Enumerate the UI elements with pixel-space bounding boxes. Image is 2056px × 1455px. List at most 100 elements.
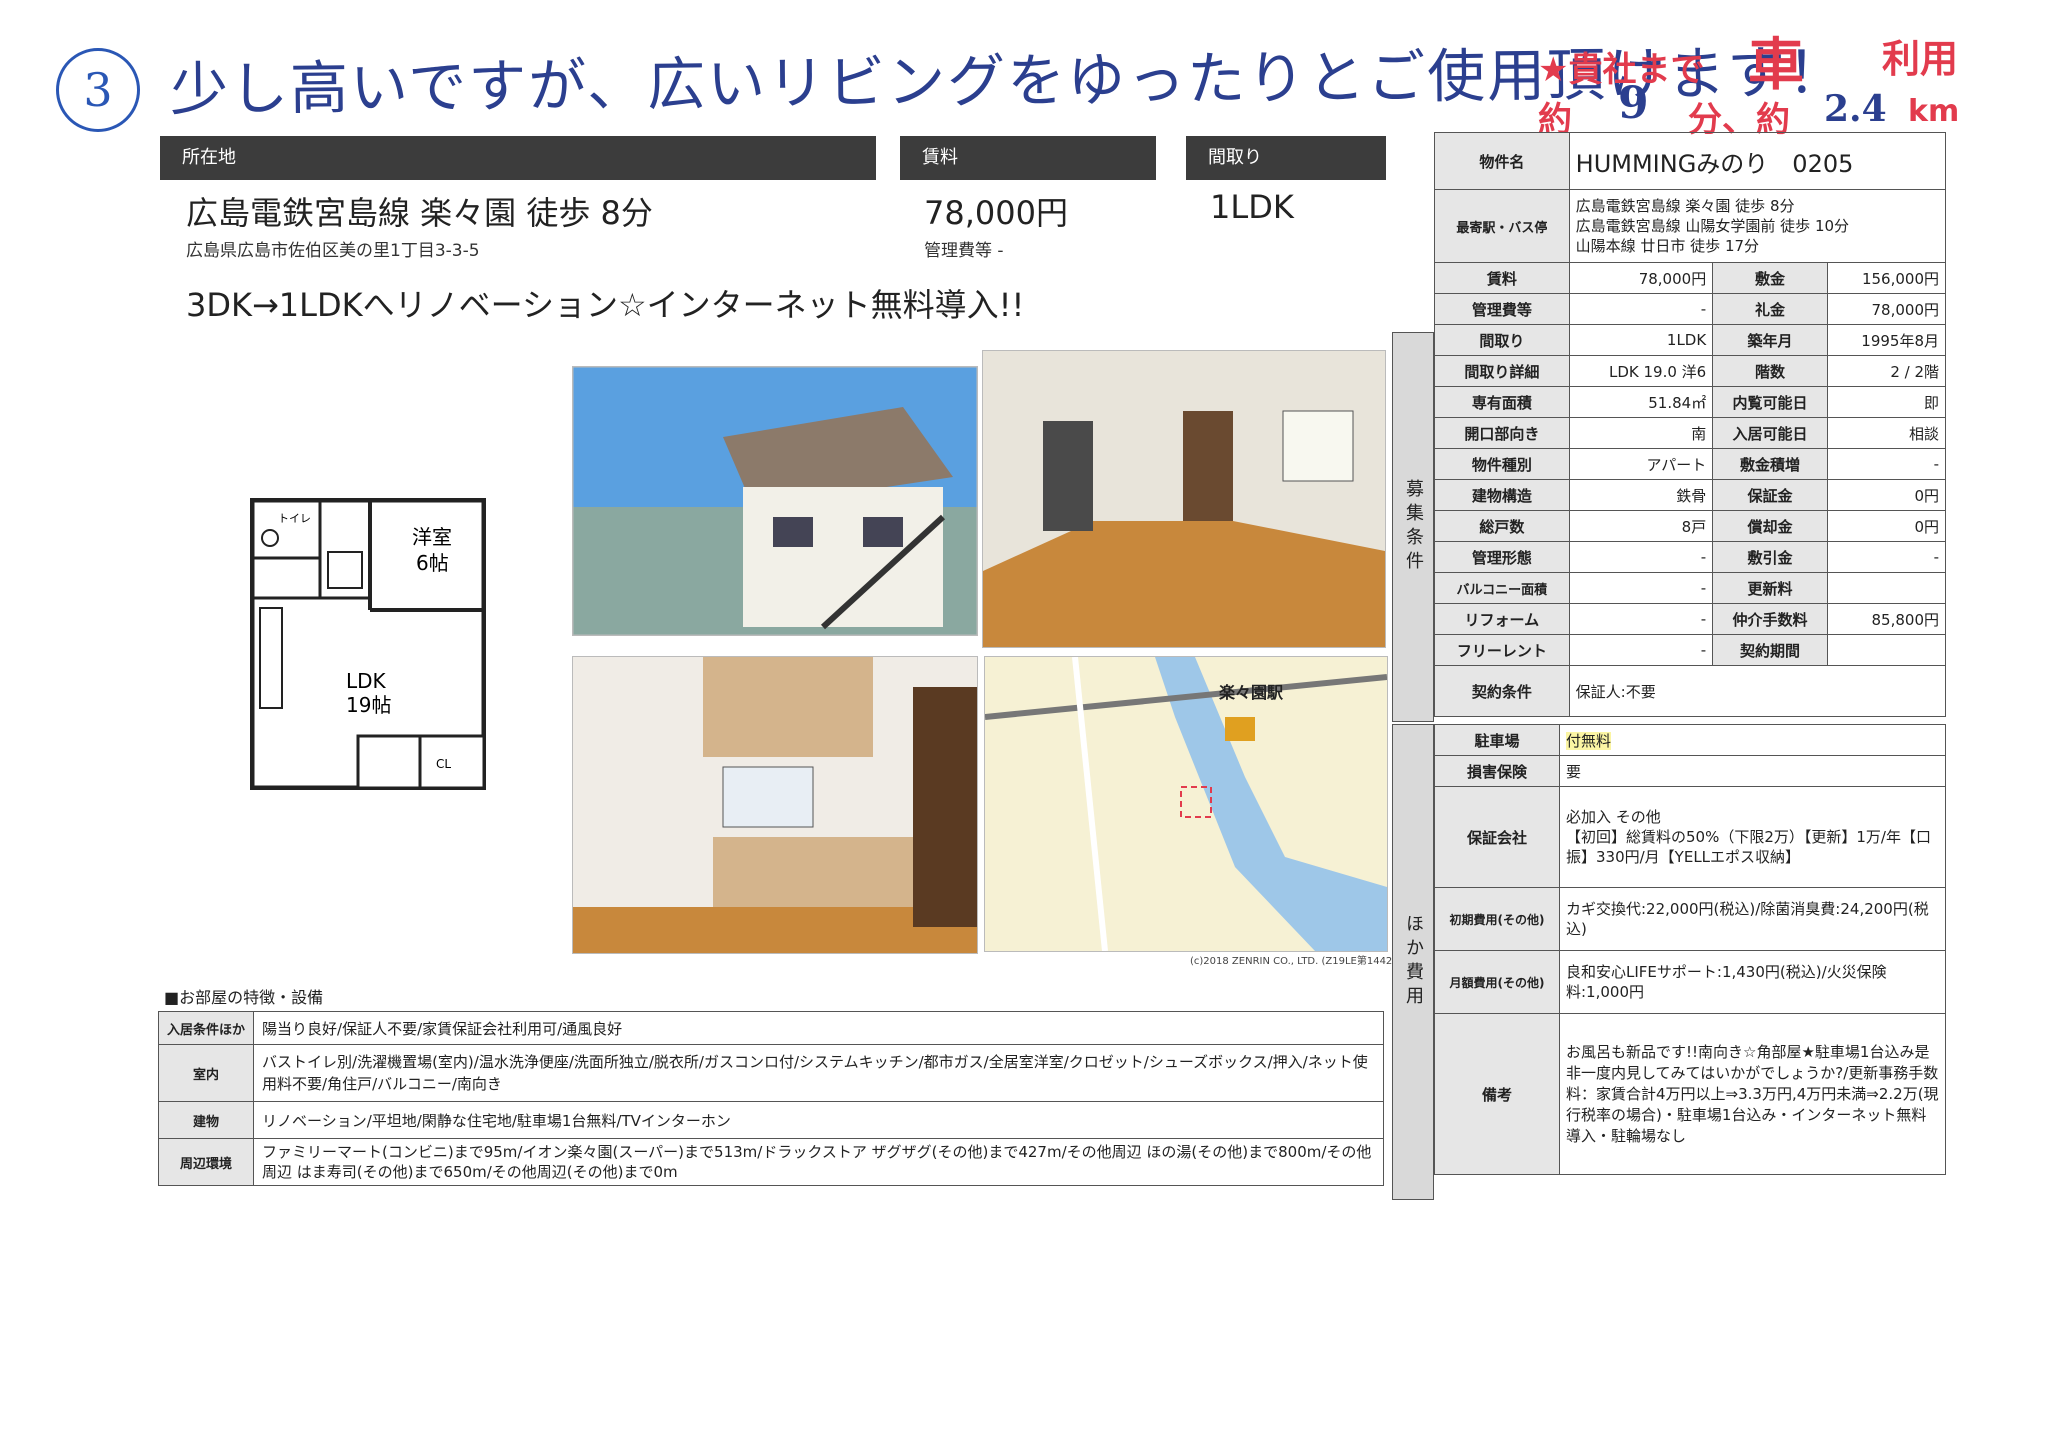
spec-label: 階数 — [1712, 355, 1828, 387]
spec-name-value: HUMMINGみのり 0205 — [1568, 132, 1947, 190]
kitchen-photo — [572, 656, 978, 954]
cost-row-insurance: 損害保険 要 — [1434, 755, 1946, 787]
spec-value: 相談 — [1826, 417, 1947, 449]
spec-label: 償却金 — [1712, 510, 1828, 542]
spec-label: 敷金積増 — [1712, 448, 1828, 480]
stamp-km-unit: km — [1908, 94, 1960, 129]
layout-header: 間取り — [1186, 136, 1386, 180]
spec-label: 間取り — [1434, 324, 1570, 356]
spec-row: フリーレント - 契約期間 — [1434, 634, 1947, 666]
spec-value: 1995年8月 — [1826, 324, 1947, 356]
features-table: 入居条件ほか 陽当り良好/保証人不要/家賃保証会社利用可/通風良好 室内 バスト… — [157, 1011, 1384, 1186]
station-1: 広島電鉄宮島線 楽々園 徒歩 8分 — [1575, 197, 1795, 215]
spec-value: 156,000円 — [1826, 262, 1947, 294]
spec-row: 開口部向き南入居可能日 相談 — [1434, 417, 1947, 449]
spec-value: - — [1568, 603, 1714, 635]
catchcopy: 3DK→1LDKへリノベーション☆インターネット無料導入!! — [186, 286, 1025, 324]
spec-value: 8戸 — [1568, 510, 1714, 542]
spec-label: 管理形態 — [1434, 541, 1570, 573]
fp-ldk-label: LDK — [346, 669, 387, 693]
spec-label: 物件種別 — [1434, 448, 1570, 480]
fp-closet-label: CL — [436, 757, 451, 771]
feature-row: 入居条件ほか 陽当り良好/保証人不要/家賃保証会社利用可/通風良好 — [157, 1011, 1384, 1045]
spec-row: 間取り詳細 LDK 19.0 洋6 階数 2 / 2階 — [1434, 355, 1947, 387]
spec-row: バルコニー面積 - 更新料 — [1434, 572, 1947, 604]
spec-label: 賃料 — [1434, 262, 1570, 294]
feature-row: 室内 バストイレ別/洗濯機置場(室内)/温水洗浄便座/洗面所独立/脱衣所/ガスコ… — [157, 1044, 1384, 1102]
guarantor-value: 必加入 その他 【初回】総賃料の50%（下限2万）【更新】1万/年【口振】330… — [1559, 786, 1946, 888]
feature-value: リノベーション/平坦地/閑静な住宅地/駐車場1台無料/TVインターホン — [253, 1101, 1384, 1139]
spec-label: 築年月 — [1712, 324, 1828, 356]
insurance-value: 要 — [1559, 755, 1946, 787]
feature-value: 陽当り良好/保証人不要/家賃保証会社利用可/通風良好 — [253, 1011, 1384, 1045]
spec-station-label: 最寄駅・バス停 — [1434, 189, 1570, 263]
spec-value: - — [1568, 572, 1714, 604]
feature-row: 建物 リノベーション/平坦地/閑静な住宅地/駐車場1台無料/TVインターホン — [157, 1101, 1384, 1139]
spec-value: 0円 — [1826, 479, 1947, 511]
spec-label: 契約期間 — [1712, 634, 1828, 666]
spec-label: 入居可能日 — [1712, 417, 1828, 449]
monthly-cost-value: 良和安心LIFEサポート:1,430円(税込)/火災保険料:1,000円 — [1559, 950, 1946, 1014]
area-map: 楽々園駅 — [984, 656, 1388, 952]
spec-value: - — [1826, 448, 1947, 480]
spec-label: 敷引金 — [1712, 541, 1828, 573]
spec-label: 敷金 — [1712, 262, 1828, 294]
station-3: 山陽本線 廿日市 徒歩 17分 — [1575, 237, 1760, 255]
spec-row-name: 物件名 HUMMINGみのり 0205 — [1434, 132, 1947, 190]
spec-label: 総戸数 — [1434, 510, 1570, 542]
spec-value: 鉄骨 — [1568, 479, 1714, 511]
costs-table: 駐車場 付無料 損害保険 要 保証会社 必加入 その他 【初回】総賃料の50%（… — [1434, 724, 1946, 1175]
initial-cost-value: カギ交換代:22,000円(税込)/除菌消臭費:24,200円(税込) — [1559, 887, 1946, 951]
feature-label: 周辺環境 — [157, 1138, 255, 1186]
spec-value: 85,800円 — [1826, 603, 1947, 635]
spec-label: 仲介手数料 — [1712, 603, 1828, 635]
notes-label: 備考 — [1434, 1013, 1560, 1175]
spec-row: 物件種別 アパート 敷金積増 - — [1434, 448, 1947, 480]
cost-row-parking: 駐車場 付無料 — [1434, 724, 1946, 756]
spec-row: 総戸数 8戸 償却金 0円 — [1434, 510, 1947, 542]
rent-header: 賃料 — [900, 136, 1156, 180]
handwritten-number-circle: 3 — [56, 48, 140, 132]
spec-label: バルコニー面積 — [1434, 572, 1570, 604]
handwritten-number: 3 — [83, 63, 113, 117]
spec-row: リフォーム - 仲介手数料 85,800円 — [1434, 603, 1947, 635]
conditions-side-text: 募集条件 — [1403, 479, 1424, 575]
spec-label: 建物構造 — [1434, 479, 1570, 511]
fp-room1-label: 洋室 — [412, 525, 452, 549]
exterior-photo — [572, 366, 978, 636]
cost-row-initial: 初期費用(その他) カギ交換代:22,000円(税込)/除菌消臭費:24,200… — [1434, 887, 1946, 951]
notes-value: お風呂も新品です!!南向き☆角部屋★駐車場1台込み是非一度内見してみてはいかがで… — [1559, 1013, 1946, 1175]
spec-row: 管理費等 - 礼金 78,000円 — [1434, 293, 1947, 325]
spec-value: 1LDK — [1568, 324, 1714, 356]
cost-row-notes: 備考 お風呂も新品です!!南向き☆角部屋★駐車場1台込み是非一度内見してみてはい… — [1434, 1013, 1946, 1175]
parking-value: 付無料 — [1566, 731, 1612, 750]
spec-value: 78,000円 — [1826, 293, 1947, 325]
spec-value: - — [1568, 293, 1714, 325]
distance-stamp: ★貴社まで 車 利用 約 9 分、約 2.4 km — [1538, 28, 1960, 140]
rent-value: 78,000円 — [924, 194, 1068, 232]
other-costs-side-label: ほか費用 — [1392, 724, 1434, 1200]
insurance-label: 損害保険 — [1434, 755, 1560, 787]
access-text: 広島電鉄宮島線 楽々園 徒歩 8分 — [186, 194, 653, 232]
spec-row: 賃料 78,000円 敷金 156,000円 — [1434, 262, 1947, 294]
spec-label: 内覧可能日 — [1712, 386, 1828, 418]
address-text: 広島県広島市佐伯区美の里1丁目3-3-5 — [186, 241, 480, 261]
spec-row: 専有面積 51.84㎡ 内覧可能日即 — [1434, 386, 1947, 418]
spec-value — [1826, 634, 1947, 666]
spec-value: 2 / 2階 — [1826, 355, 1947, 387]
map-station-label: 楽々園駅 — [1219, 683, 1284, 702]
spec-row-stations: 最寄駅・バス停 広島電鉄宮島線 楽々園 徒歩 8分 広島電鉄宮島線 山陽女学園前… — [1434, 189, 1947, 263]
stamp-km: 2.4 — [1824, 88, 1887, 130]
initial-cost-label: 初期費用(その他) — [1434, 887, 1560, 951]
spec-table: 物件名 HUMMINGみのり 0205 最寄駅・バス停 広島電鉄宮島線 楽々園 … — [1434, 132, 1947, 717]
spec-label: 更新料 — [1712, 572, 1828, 604]
spec-label: 専有面積 — [1434, 386, 1570, 418]
other-costs-side-text: ほか費用 — [1403, 914, 1424, 1010]
spec-value: - — [1568, 634, 1714, 666]
stamp-use: 利用 — [1882, 37, 1959, 81]
location-header: 所在地 — [160, 136, 876, 180]
stamp-minutes: 9 — [1618, 78, 1649, 129]
spec-value: アパート — [1568, 448, 1714, 480]
feature-label: 建物 — [157, 1101, 255, 1139]
feature-value: バストイレ別/洗濯機置場(室内)/温水洗浄便座/洗面所独立/脱衣所/ガスコンロ付… — [253, 1044, 1384, 1102]
